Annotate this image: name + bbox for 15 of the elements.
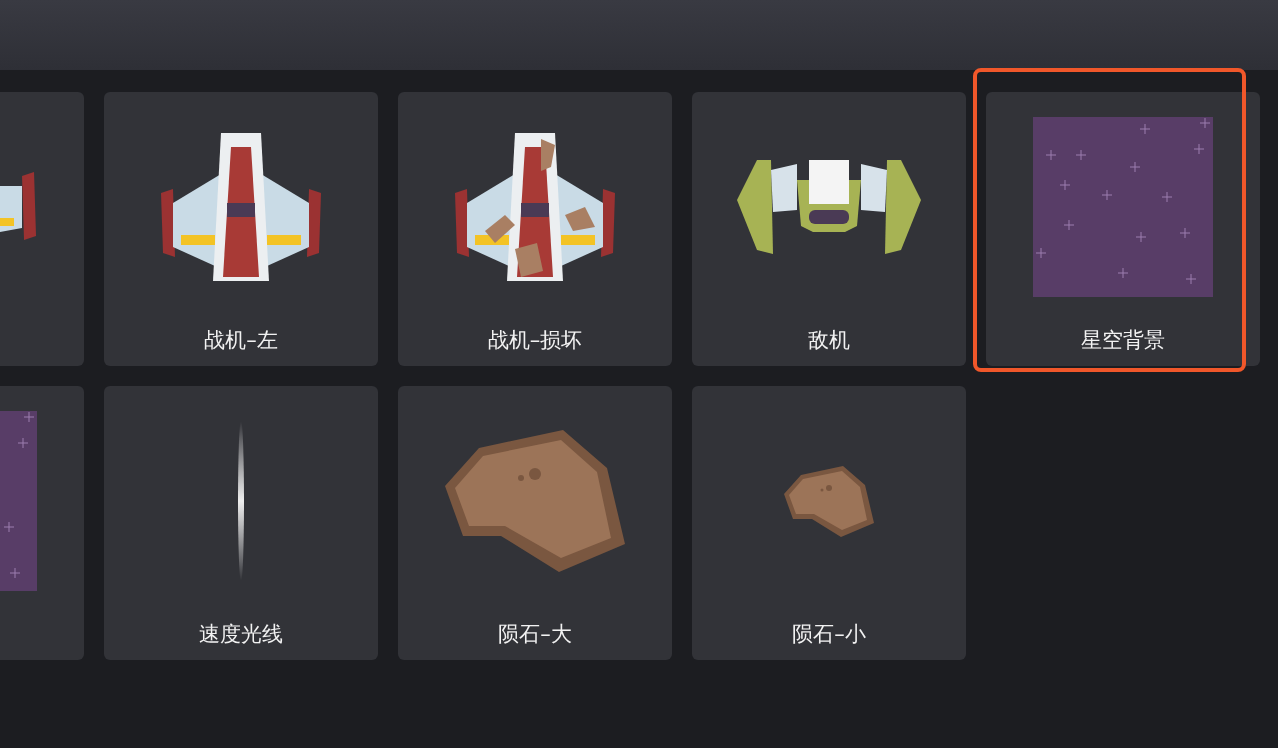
asset-label: 速度光线 [199, 621, 283, 648]
asset-label: 陨石–小 [792, 621, 866, 648]
asset-card[interactable]: 战机–损坏 [398, 92, 672, 366]
asset-label: 陨石–大 [498, 621, 572, 648]
asset-card[interactable]: 速度光线 [104, 386, 378, 660]
asset-label: 敌机 [808, 327, 850, 354]
asset-label: 星空背景 [1081, 327, 1165, 354]
asset-card[interactable]: 星空背景 [986, 92, 1260, 366]
asset-card[interactable]: 陨石–小 [692, 386, 966, 660]
asset-card[interactable]: 战机–左 [104, 92, 378, 366]
asset-label: 战机–左 [204, 327, 278, 354]
asset-label: 战机–损坏 [487, 327, 583, 354]
asset-card[interactable]: 敌机 [692, 92, 966, 366]
spaceship-wing-drawing [0, 172, 37, 242]
asset-card[interactable]: 陨石–大 [398, 386, 672, 660]
